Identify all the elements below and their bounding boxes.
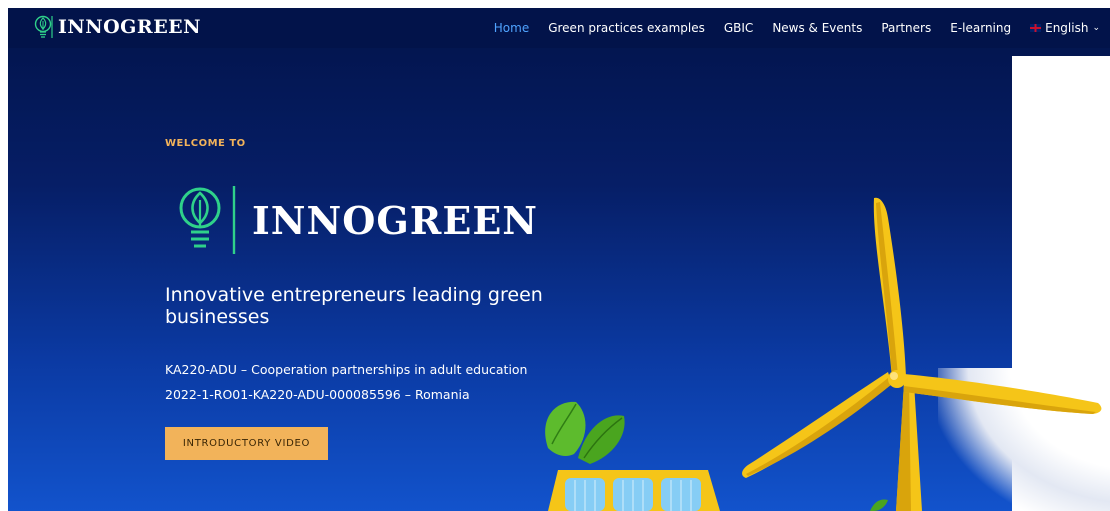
- turbine-blade-left: [742, 372, 892, 478]
- lightbulb-leaf-icon: [179, 186, 236, 254]
- hero-tagline: Innovative entrepreneurs leading green b…: [165, 284, 543, 328]
- project-type-text: KA220-ADU – Cooperation partnerships in …: [165, 362, 528, 377]
- hero-logo: INNOGREEN: [176, 184, 538, 256]
- introductory-video-button[interactable]: INTRODUCTORY VIDEO: [165, 427, 328, 460]
- turbine-hub: [888, 370, 906, 388]
- hero-logo-text: INNOGREEN: [252, 197, 539, 243]
- project-id-text: 2022-1-RO01-KA220-ADU-000085596 – Romani…: [165, 387, 470, 402]
- welcome-eyebrow: WELCOME TO: [165, 138, 246, 149]
- page-frame: INNOGREEN Home Green practices examples …: [8, 8, 1110, 511]
- plant-leaf-left: [545, 401, 586, 456]
